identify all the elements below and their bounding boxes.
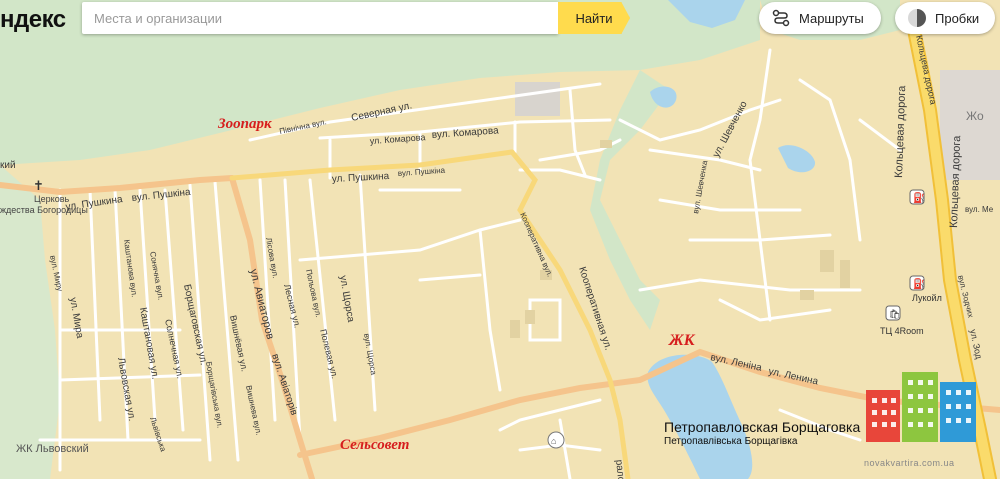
mall-label: ТЦ 4Room	[880, 326, 924, 336]
street-label: вул. Ме	[965, 205, 994, 214]
route-icon	[771, 8, 791, 28]
map-canvas[interactable]: Північна вул. Северная ул. ул. Комарова …	[0, 0, 1000, 479]
traffic-button[interactable]: Пробки	[895, 2, 995, 34]
search-button-label: Найти	[575, 10, 613, 26]
annotation-selsovet: Сельсовет	[340, 437, 409, 453]
church-sublabel: ждества Богородицы	[0, 205, 88, 215]
traffic-label: Пробки	[935, 10, 980, 26]
industrial-block	[515, 82, 560, 116]
fuel-icon: ⛽	[913, 191, 925, 204]
annotation-zoo: Зоопарк	[217, 116, 272, 132]
search-box[interactable]	[82, 2, 558, 34]
shopping-icon: 🛍	[889, 309, 900, 319]
annotation-zhk: ЖК	[668, 332, 696, 349]
place-label: Жо	[966, 109, 984, 123]
routes-button[interactable]: Маршруты	[759, 2, 881, 34]
place-label: ЖК Львовский	[16, 443, 89, 455]
yandex-logo[interactable]: ндекс	[0, 6, 66, 34]
church-icon: ✝	[33, 178, 44, 193]
routes-label: Маршруты	[799, 10, 864, 26]
place-label: Петропавлівська Борщагівка	[664, 436, 798, 447]
poi-monument[interactable]: ⌂	[547, 431, 565, 449]
monument-icon: ⌂	[551, 436, 556, 446]
traffic-icon	[907, 8, 927, 28]
search-button[interactable]: Найти	[558, 2, 630, 34]
lukoil-label: Лукойл	[912, 293, 942, 303]
church-label: Церковь	[34, 194, 69, 204]
industrial-block-east	[940, 70, 1000, 180]
fuel-icon: ⛽	[913, 277, 925, 290]
street-label: кий	[0, 160, 16, 171]
watermark: novakvartira.com.ua	[864, 458, 955, 468]
place-label: Петропавловская Борщаговка	[664, 419, 860, 435]
search-input[interactable]	[92, 2, 556, 34]
